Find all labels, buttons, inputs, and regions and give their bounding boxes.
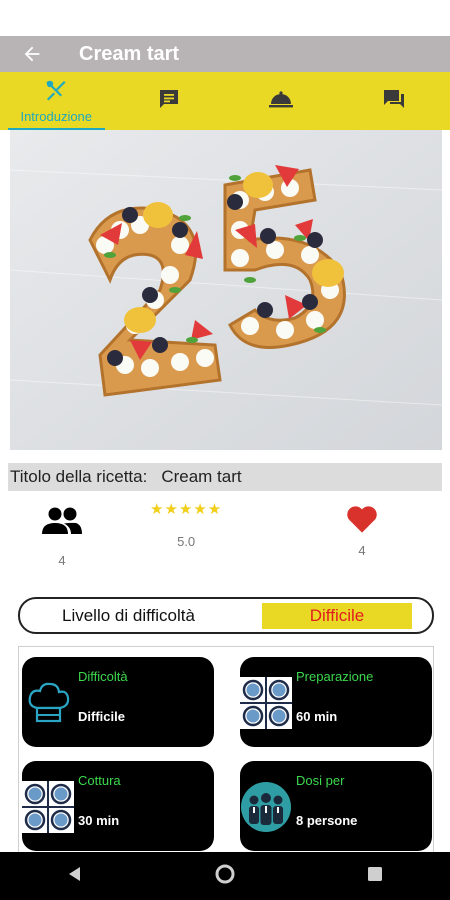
tab-introduzione-label: Introduzione xyxy=(20,109,93,124)
servings-stat: 4 xyxy=(40,506,84,568)
nav-back-icon[interactable] xyxy=(65,864,85,889)
nav-recents-icon[interactable] xyxy=(365,864,385,889)
card-dosi-per: Dosi per 8 persone xyxy=(240,761,432,851)
likes-stat[interactable]: 4 xyxy=(345,504,379,558)
info-cards-grid: Difficoltà Difficile Preparazione 60 min… xyxy=(18,646,434,856)
app-bar: Cream tart xyxy=(0,36,450,72)
tab-introduzione[interactable]: Introduzione xyxy=(0,72,113,130)
tab-description[interactable] xyxy=(113,72,226,130)
stats-row: 4 ★★★★★ 5.0 4 xyxy=(0,500,450,570)
card-preparazione-value: 60 min xyxy=(296,709,338,724)
tab-bar: Introduzione xyxy=(0,72,450,130)
message-list-icon xyxy=(157,87,181,116)
difficulty-level-bar: Livello di difficoltà Difficile xyxy=(18,597,434,634)
nav-home-icon[interactable] xyxy=(214,863,236,890)
hero-image xyxy=(10,130,442,450)
tab-comments[interactable] xyxy=(338,72,450,130)
back-arrow-icon[interactable] xyxy=(18,40,46,68)
card-cottura: Cottura 30 min xyxy=(22,761,214,851)
rating-stars: ★★★★★ xyxy=(150,501,223,518)
rating-stat: ★★★★★ 5.0 xyxy=(150,500,222,549)
cloche-icon xyxy=(268,87,294,116)
difficulty-level-value: Difficile xyxy=(262,603,412,629)
card-dosi-per-value: 8 persone xyxy=(296,813,358,828)
card-cottura-title: Cottura xyxy=(78,773,121,788)
system-nav-bar xyxy=(0,852,450,900)
card-dosi-per-title: Dosi per xyxy=(296,773,345,788)
tile-pattern-icon xyxy=(240,677,292,729)
recipe-title-value: Cream tart xyxy=(161,467,242,486)
card-preparazione: Preparazione 60 min xyxy=(240,657,432,747)
tab-serving[interactable] xyxy=(225,72,338,130)
servings-count: 4 xyxy=(58,553,66,568)
rating-value: 5.0 xyxy=(177,534,196,549)
status-bar xyxy=(0,0,450,36)
chat-icon xyxy=(382,87,406,116)
utensils-icon xyxy=(44,78,68,107)
card-difficolta-value: Difficile xyxy=(78,709,125,724)
recipe-title-label: Titolo della ricetta: xyxy=(10,467,148,486)
difficulty-level-label: Livello di difficoltà xyxy=(62,605,195,625)
people-icon xyxy=(40,506,84,541)
tile-pattern-icon xyxy=(22,781,74,833)
chef-hat-icon xyxy=(22,677,74,729)
recipe-title-row: Titolo della ricetta: Cream tart xyxy=(8,463,442,491)
card-difficolta-title: Difficoltà xyxy=(78,669,128,684)
likes-count: 4 xyxy=(358,543,366,558)
card-preparazione-title: Preparazione xyxy=(296,669,374,684)
heart-icon[interactable] xyxy=(345,504,379,539)
card-difficolta: Difficoltà Difficile xyxy=(22,657,214,747)
app-title: Cream tart xyxy=(79,42,180,65)
card-cottura-value: 30 min xyxy=(78,813,120,828)
people-group-icon xyxy=(240,781,292,833)
